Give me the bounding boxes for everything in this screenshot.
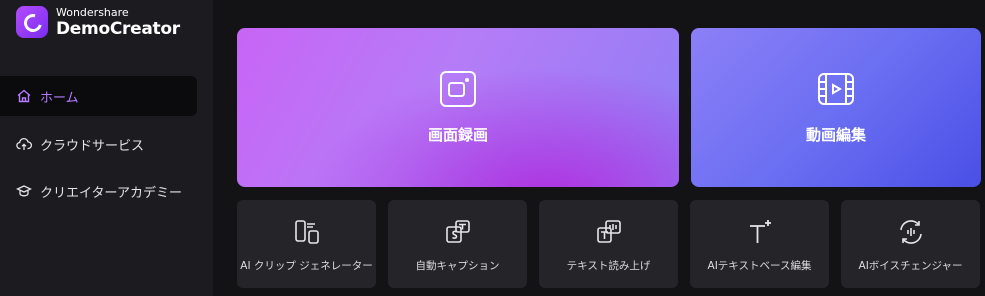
app-logo: Wondershare DemoCreator <box>16 6 180 38</box>
home-icon <box>16 88 32 104</box>
tool-ai-clip-generator[interactable]: AI クリップ ジェネレーター <box>237 200 376 288</box>
tool-label: テキスト読み上げ <box>566 260 651 272</box>
brand-small-text: Wondershare <box>56 5 129 19</box>
screen-record-card[interactable]: 画面録画 <box>237 28 679 187</box>
sidebar-item-label: クラウドサービス <box>40 138 145 154</box>
screen-record-icon <box>439 70 477 112</box>
video-edit-title: 動画編集 <box>805 126 866 144</box>
democreator-logo-icon <box>16 6 48 38</box>
sidebar: Wondershare DemoCreator ホーム クラウドサービス クリエ… <box>0 0 213 296</box>
sidebar-item-creator-academy[interactable]: クリエイターアカデミー <box>0 171 197 211</box>
tool-ai-voice-changer[interactable]: AIボイスチェンジャー <box>841 200 980 288</box>
video-edit-card[interactable]: 動画編集 <box>691 28 981 187</box>
tool-label: AIテキストベース編集 <box>707 260 812 272</box>
ai-text-edit-icon <box>746 218 774 246</box>
cloud-upload-icon <box>16 136 32 152</box>
sidebar-item-label: ホーム <box>40 90 79 106</box>
video-edit-icon <box>817 70 855 112</box>
tool-label: AIボイスチェンジャー <box>858 260 963 272</box>
tool-text-to-speech[interactable]: テキスト読み上げ <box>539 200 678 288</box>
screen-record-title: 画面録画 <box>427 126 488 144</box>
sidebar-item-label: クリエイターアカデミー <box>40 185 182 201</box>
sidebar-item-home[interactable]: ホーム <box>0 76 197 116</box>
ai-voice-changer-icon <box>897 218 925 246</box>
auto-caption-icon <box>444 218 472 246</box>
brand-name: DemoCreator <box>56 18 180 39</box>
tool-label: AI クリップ ジェネレーター <box>240 260 373 272</box>
tool-ai-text-based-editing[interactable]: AIテキストベース編集 <box>690 200 829 288</box>
ai-clip-icon <box>293 218 321 246</box>
sidebar-item-cloud-service[interactable]: クラウドサービス <box>0 124 197 164</box>
graduation-cap-icon <box>16 183 32 199</box>
tool-label: 自動キャプション <box>415 260 500 272</box>
tool-auto-caption[interactable]: 自動キャプション <box>388 200 527 288</box>
text-to-speech-icon <box>595 218 623 246</box>
